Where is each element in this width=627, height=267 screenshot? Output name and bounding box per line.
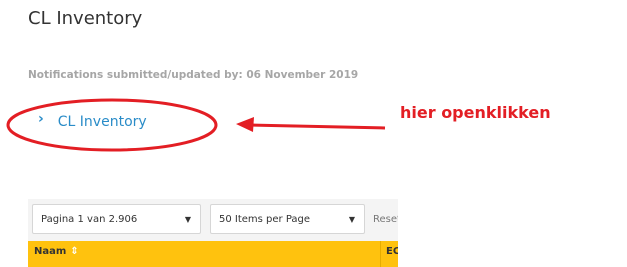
annotation-label: hier openklikken	[400, 103, 551, 122]
caret-down-icon: ▼	[348, 214, 355, 224]
items-per-page-select[interactable]: 50 Items per Page ▼	[210, 204, 365, 234]
column-divider	[380, 241, 381, 267]
column-header-ec[interactable]: EC	[386, 246, 398, 257]
annotation-arrowhead	[236, 117, 254, 132]
page-title: CL Inventory	[28, 8, 143, 29]
column-header-naam-label: Naam	[34, 246, 67, 257]
notifications-submitted-text: Notifications submitted/updated by: 06 N…	[28, 69, 359, 81]
annotation-arrow-line	[249, 123, 386, 130]
sort-icon[interactable]: ⇕	[70, 246, 78, 257]
reset-button[interactable]: Reset	[373, 204, 398, 234]
page-select-value: Pagina 1 van 2.906	[41, 213, 138, 225]
pagination-toolbar: Pagina 1 van 2.906 ▼ 50 Items per Page ▼…	[28, 199, 398, 241]
caret-down-icon: ▼	[184, 214, 191, 224]
table-header: Naam ⇕ EC	[28, 241, 398, 267]
items-per-page-value: 50 Items per Page	[219, 213, 311, 225]
column-header-naam[interactable]: Naam ⇕	[34, 246, 79, 257]
page-select[interactable]: Pagina 1 van 2.906 ▼	[32, 204, 201, 234]
chevron-right-icon[interactable]: ›	[38, 112, 44, 126]
tree-item-label[interactable]: CL Inventory	[58, 114, 147, 130]
tree-item-cl-inventory[interactable]: › CL Inventory	[38, 112, 147, 130]
